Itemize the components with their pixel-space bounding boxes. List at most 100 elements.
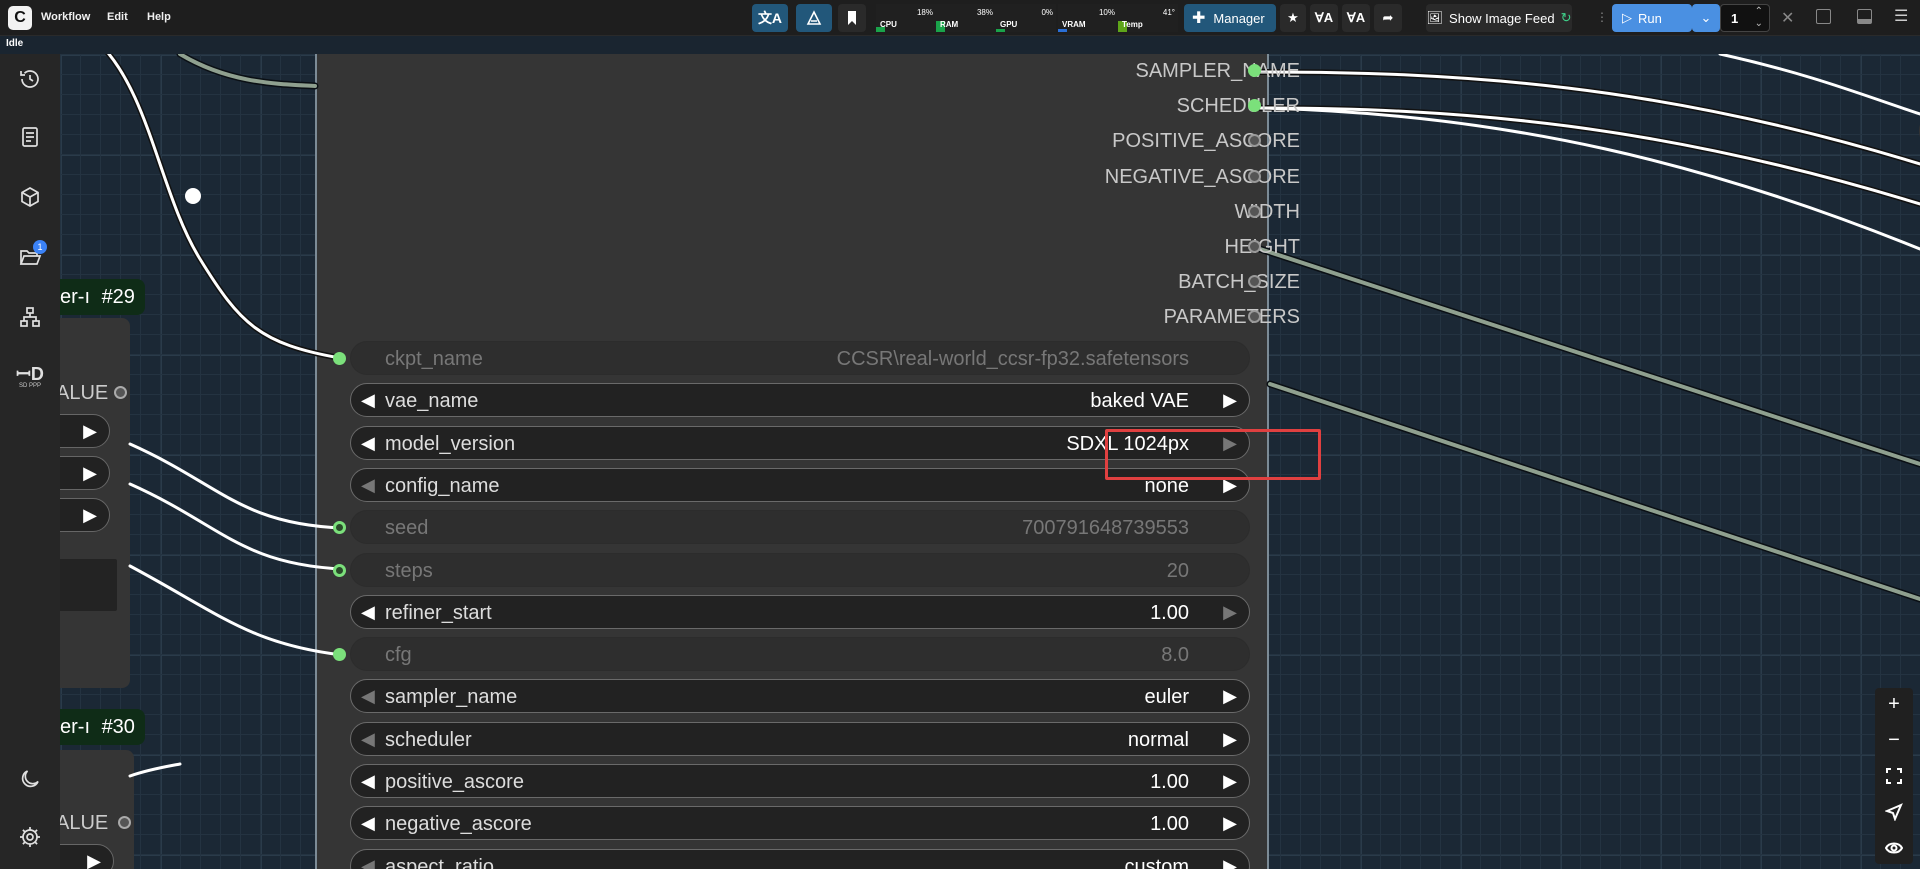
eye-icon <box>1885 842 1903 854</box>
translate-button[interactable]: 文A <box>752 4 788 32</box>
temp-monitor: Temp 41° <box>1118 4 1178 32</box>
settings-button[interactable] <box>17 824 43 850</box>
decrement-arrow-icon[interactable]: ◀ <box>361 729 375 750</box>
queue-button[interactable] <box>17 124 43 150</box>
queue-icon <box>22 127 38 147</box>
link-scheduler-out <box>1257 105 1920 207</box>
widget-label: sampler_name <box>385 686 518 709</box>
model-button-a[interactable]: ⱯA <box>1310 4 1338 32</box>
decrement-arrow-icon[interactable]: ◀ <box>361 390 375 411</box>
decrement-arrow-icon[interactable]: ◀ <box>361 475 375 496</box>
widget-ckpt-name[interactable]: ckpt_name CCSR\real-world_ccsr-fp32.safet… <box>333 341 1250 375</box>
widget-label: cfg <box>385 644 412 667</box>
widget-negative-ascore[interactable]: ◀ ▶ negative_ascore 1.00 <box>350 806 1250 841</box>
widget-label: vae_name <box>385 390 479 413</box>
temp-label: Temp <box>1122 20 1143 29</box>
show-image-feed-button[interactable]: 🖼 Show Image Feed ↻ <box>1426 4 1572 32</box>
widget-cfg[interactable]: cfg 8.0 <box>333 637 1250 672</box>
widget-aspect-ratio[interactable]: ◀ ▶ aspect_ratio custom <box>350 848 1250 869</box>
model-button-b[interactable]: ⱯA <box>1342 4 1370 32</box>
gpu-bar <box>996 29 1005 32</box>
widget-steps[interactable]: steps 20 <box>333 552 1250 587</box>
decrement-arrow-icon[interactable]: ◀ <box>361 856 375 869</box>
output-slot-width[interactable] <box>1248 204 1261 218</box>
widget-refiner-start[interactable]: ◀ ▶ refiner_start 1.00 <box>350 594 1250 629</box>
star-button[interactable]: ★ <box>1280 4 1306 32</box>
run-button[interactable]: ▷ Run <box>1612 4 1692 32</box>
select-mode-button[interactable] <box>1882 800 1906 824</box>
widget-label: steps <box>385 559 433 582</box>
decrement-arrow-icon[interactable]: ◀ <box>361 602 375 623</box>
widget-scheduler[interactable]: ◀ ▶ scheduler normal <box>350 721 1250 756</box>
output-slot-sampler-name[interactable] <box>1248 64 1261 77</box>
menu-help[interactable]: Help <box>147 11 171 23</box>
queue-count-input[interactable]: 1 ⌃ ⌄ <box>1720 4 1770 32</box>
increment-arrow-icon[interactable]: ▶ <box>1223 390 1237 411</box>
widget-label: config_name <box>385 474 500 497</box>
menu-edit[interactable]: Edit <box>107 11 128 23</box>
widget-value: baked VAE <box>1090 390 1189 413</box>
manager-button[interactable]: ✚ Manager <box>1184 4 1276 32</box>
widget-label: seed <box>385 517 429 540</box>
widget-label: scheduler <box>385 728 472 751</box>
toggle-links-button[interactable] <box>1882 836 1906 860</box>
menu-workflow[interactable]: Workflow <box>41 11 90 23</box>
theme-toggle-button[interactable] <box>17 766 43 792</box>
zoom-in-button[interactable]: + <box>1882 692 1906 716</box>
annotate-button[interactable] <box>796 4 832 32</box>
widget-vae-name[interactable]: ◀ ▶ vae_name baked VAE <box>350 383 1250 418</box>
decrement-arrow-icon[interactable]: ◀ <box>361 686 375 707</box>
fit-view-button[interactable] <box>1882 764 1906 788</box>
widget-value: 20 <box>1166 559 1189 582</box>
minus-icon: − <box>1888 728 1900 751</box>
image-icon: 🖼 <box>1426 10 1444 25</box>
output-slot-negative-ascore[interactable] <box>1248 169 1261 183</box>
input-slot-ckpt-name[interactable] <box>333 352 346 365</box>
widget-sampler-name[interactable]: ◀ ▶ sampler_name euler <box>350 679 1250 714</box>
zoom-out-button[interactable]: − <box>1882 728 1906 752</box>
moon-icon <box>21 770 39 788</box>
stepper-icon[interactable]: ⌃ ⌄ <box>1755 6 1763 30</box>
widget-positive-ascore[interactable]: ◀ ▶ positive_ascore 1.00 <box>350 764 1250 798</box>
increment-arrow-icon[interactable]: ▶ <box>1223 771 1237 792</box>
bookmark-icon <box>848 11 856 25</box>
canvas-controls: + − <box>1875 688 1913 864</box>
increment-arrow-icon[interactable]: ▶ <box>1223 602 1237 623</box>
gear-icon <box>20 827 40 847</box>
focus-mode-icon[interactable] <box>1816 9 1831 24</box>
app-logo[interactable]: C <box>8 6 32 30</box>
increment-arrow-icon[interactable]: ▶ <box>1223 813 1237 834</box>
share-button[interactable]: ➦ <box>1374 4 1402 32</box>
increment-arrow-icon[interactable]: ▶ <box>1223 856 1237 869</box>
input-slot-cfg[interactable] <box>333 648 346 662</box>
input-slot-steps[interactable] <box>333 563 346 577</box>
widget-value: 1.00 <box>1150 813 1189 836</box>
history-button[interactable] <box>17 66 43 92</box>
decrement-arrow-icon[interactable]: ◀ <box>361 771 375 792</box>
decrement-arrow-icon[interactable]: ◀ <box>361 813 375 834</box>
bookmark-button[interactable] <box>838 4 866 32</box>
output-negative-ascore: NEGATIVE_ASCORE <box>1104 165 1300 188</box>
hamburger-menu-icon[interactable]: ☰ <box>1894 6 1908 26</box>
clear-queue-icon[interactable]: ✕ <box>1781 8 1794 28</box>
vram-value: 10% <box>1098 8 1115 17</box>
node-library-button[interactable] <box>17 304 43 330</box>
bottom-panel-icon[interactable] <box>1857 9 1872 24</box>
widget-seed[interactable]: seed 700791648739553 <box>333 510 1250 545</box>
run-options-button[interactable]: ⌄ <box>1692 4 1720 32</box>
sd-ppp-button[interactable]: ꟷD SD PPP <box>16 364 44 390</box>
link-bg-1-line <box>178 54 317 88</box>
link-sampler-out-line <box>1258 70 1920 166</box>
ram-monitor: RAM 38% <box>936 4 996 32</box>
output-slot-height[interactable] <box>1248 240 1261 253</box>
cpu-label: CPU <box>880 20 897 29</box>
link-height-out-line <box>1258 247 1920 466</box>
models-button[interactable] <box>17 184 43 210</box>
workflows-button[interactable]: 1 <box>17 240 47 270</box>
graph-canvas[interactable]: er-ı #29 ALUE ▶ ▶ ▶ er-ı #30 ALUE ▶ SAMP… <box>60 54 1920 869</box>
increment-arrow-icon[interactable]: ▶ <box>1223 729 1237 750</box>
decrement-arrow-icon[interactable]: ◀ <box>361 433 375 454</box>
reroute-dot[interactable] <box>185 188 201 204</box>
widget-value: custom <box>1124 855 1189 869</box>
increment-arrow-icon[interactable]: ▶ <box>1223 686 1237 707</box>
